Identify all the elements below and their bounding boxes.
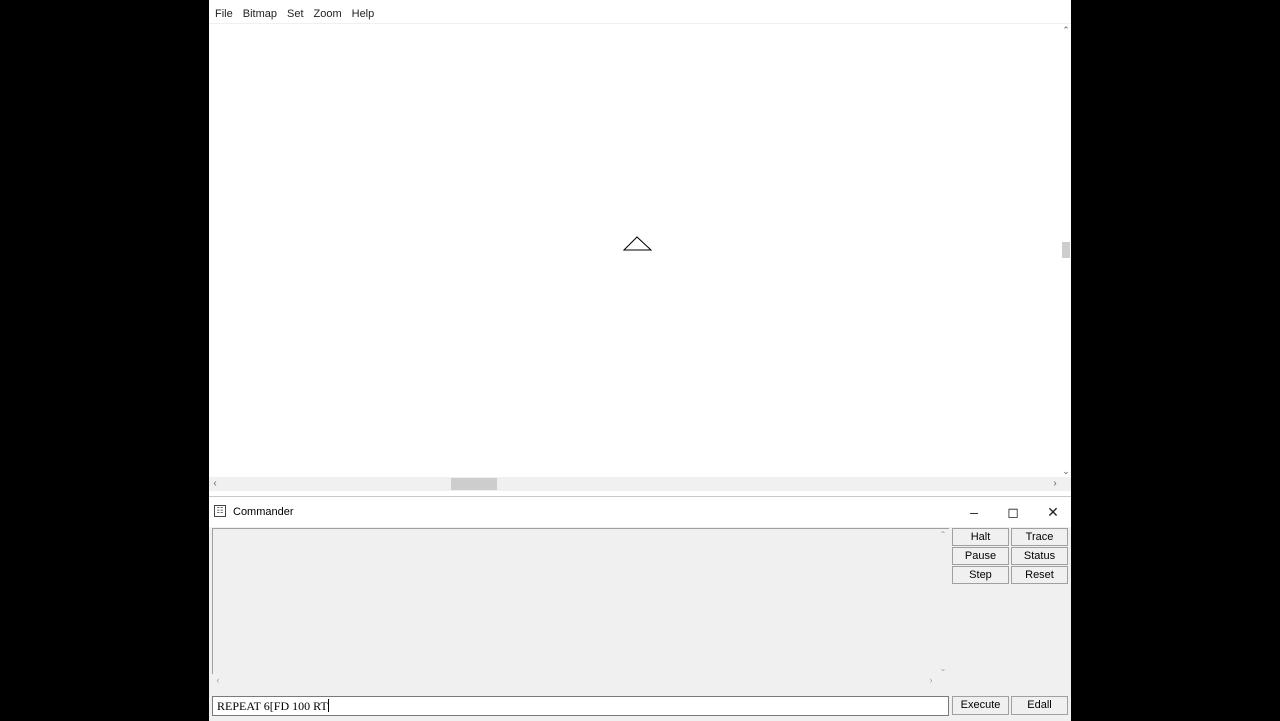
vertical-scroll-thumb[interactable]: [1062, 242, 1070, 258]
status-button[interactable]: Status: [1011, 547, 1068, 565]
output-scroll-down-icon[interactable]: ⌄: [937, 663, 949, 675]
text-caret: [327, 699, 329, 712]
turtle-icon: [623, 236, 653, 251]
menu-help[interactable]: Help: [347, 8, 380, 20]
horizontal-scroll-thumb[interactable]: [451, 478, 497, 490]
reset-button[interactable]: Reset: [1011, 566, 1068, 584]
output-horizontal-scrollbar[interactable]: ‹ ›: [212, 674, 937, 687]
scroll-left-arrow-icon[interactable]: ‹: [209, 477, 221, 491]
output-scroll-left-icon[interactable]: ‹: [212, 674, 224, 687]
output-scroll-up-icon[interactable]: ⌃: [937, 529, 949, 541]
logo-app-window: File Bitmap Set Zoom Help ⌃ ⌄ ‹ › ☷ Comm…: [209, 0, 1071, 721]
commander-title: Commander: [233, 506, 294, 518]
edall-button[interactable]: Edall: [1011, 696, 1068, 715]
drawing-canvas[interactable]: [209, 24, 1061, 477]
command-input-text: REPEAT 6[FD 100 RT: [217, 699, 328, 713]
canvas-horizontal-scrollbar[interactable]: ‹ ›: [209, 477, 1061, 491]
minimize-icon[interactable]: –: [954, 497, 994, 527]
output-scroll-right-icon[interactable]: ›: [925, 674, 937, 687]
menu-bar: File Bitmap Set Zoom Help: [209, 0, 1071, 24]
menu-zoom[interactable]: Zoom: [309, 8, 347, 20]
commander-titlebar[interactable]: ☷ Commander – ◻ ✕: [209, 497, 1071, 527]
scroll-up-arrow-icon[interactable]: ⌃: [1061, 24, 1071, 36]
commander-window: ☷ Commander – ◻ ✕ ⌃ ⌄ ‹ › Halt Trace Pau…: [209, 496, 1071, 721]
execute-button[interactable]: Execute: [952, 696, 1009, 715]
size-grip: [1061, 477, 1071, 491]
maximize-icon[interactable]: ◻: [993, 497, 1033, 527]
scroll-right-arrow-icon[interactable]: ›: [1049, 477, 1061, 491]
pause-button[interactable]: Pause: [952, 547, 1009, 565]
canvas-vertical-scrollbar[interactable]: ⌃ ⌄: [1061, 24, 1071, 477]
menu-bitmap[interactable]: Bitmap: [238, 8, 282, 20]
step-button[interactable]: Step: [952, 566, 1009, 584]
commander-output-area[interactable]: [212, 528, 938, 675]
close-icon[interactable]: ✕: [1033, 497, 1073, 527]
command-input[interactable]: REPEAT 6[FD 100 RT: [212, 696, 949, 716]
menu-file[interactable]: File: [210, 8, 238, 20]
trace-button[interactable]: Trace: [1011, 528, 1068, 546]
halt-button[interactable]: Halt: [952, 528, 1009, 546]
output-vertical-scrollbar[interactable]: ⌃ ⌄: [937, 528, 949, 675]
scroll-down-arrow-icon[interactable]: ⌄: [1061, 465, 1071, 477]
menu-set[interactable]: Set: [282, 8, 309, 20]
commander-app-icon: ☷: [214, 505, 226, 517]
